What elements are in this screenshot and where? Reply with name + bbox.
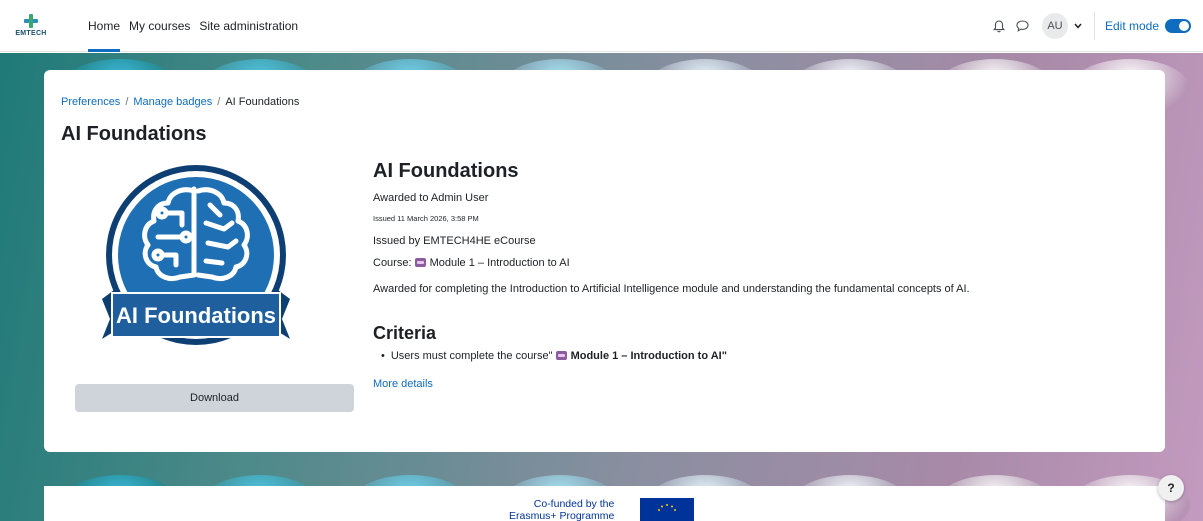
cofunded-line-1: Co-funded by the [533,498,615,510]
course-icon [555,351,567,360]
course-prefix: Course: [373,257,412,269]
criteria-item: • Users must complete the course" Module … [381,350,1133,362]
breadcrumb-separator: / [125,96,129,108]
edit-mode-toggle[interactable] [1165,19,1191,33]
chevron-down-icon[interactable] [1074,22,1082,30]
badge-image-label: AI Foundations [116,303,276,328]
criteria-course: Module 1 – Introduction to AI" [570,350,727,362]
navbar-divider [1093,12,1095,40]
notifications-bell-icon[interactable] [988,15,1010,37]
breadcrumb-preferences[interactable]: Preferences [61,96,120,108]
criteria-heading: Criteria [373,323,437,343]
badge-description: Awarded for completing the Introduction … [373,283,970,295]
nav-site-administration[interactable]: Site administration [199,0,298,52]
breadcrumb-current: AI Foundations [225,96,300,108]
top-navbar: EMTECH Home My courses Site administrati… [0,0,1203,52]
page-title: AI Foundations [61,123,207,145]
logo-cross-icon [24,14,38,28]
course-name: Module 1 – Introduction to AI [429,257,570,269]
issued-date: Issued 11 March 2026, 3:58 PM [373,214,479,223]
course-line: Course: Module 1 – Introduction to AI [373,257,1133,269]
help-button[interactable]: ? [1158,475,1184,501]
footer: Co-funded by the Erasmus+ Programme [44,486,1165,521]
badge-image: AI Foundations [102,165,290,345]
nav-home[interactable]: Home [88,0,121,52]
cofunded-line-2: Erasmus+ Programme [509,510,615,521]
course-icon [414,258,426,267]
breadcrumb: Preferences / Manage badges / AI Foundations [61,96,299,108]
user-menu-area: AU Edit mode [988,0,1203,52]
bullet: • [381,350,385,362]
more-details-link[interactable]: More details [373,378,433,390]
edit-mode-label[interactable]: Edit mode [1105,19,1159,33]
logo-text: EMTECH [15,30,47,37]
badge-name: AI Foundations [373,160,519,182]
criteria-text: Users must complete the course" [390,350,553,362]
cofunded-text: Co-funded by the Erasmus+ Programme [509,498,614,521]
eu-flag-icon [640,498,694,521]
user-avatar[interactable]: AU [1041,13,1068,39]
download-button[interactable]: Download [75,384,354,412]
breadcrumb-separator: / [217,96,221,108]
main-content-card: Preferences / Manage badges / AI Foundations… [44,70,1165,452]
issued-by: Issued by EMTECH4HE eCourse [373,235,536,247]
primary-navigation: Home My courses Site administration [88,0,307,52]
breadcrumb-manage-badges[interactable]: Manage badges [133,96,212,108]
badge-details: AI Foundations Awarded to Admin User Iss… [373,160,1133,392]
site-logo[interactable]: EMTECH [0,0,62,52]
nav-my-courses[interactable]: My courses [129,0,190,52]
awarded-to: Awarded to Admin User [373,192,489,204]
messages-chat-icon[interactable] [1012,15,1034,37]
